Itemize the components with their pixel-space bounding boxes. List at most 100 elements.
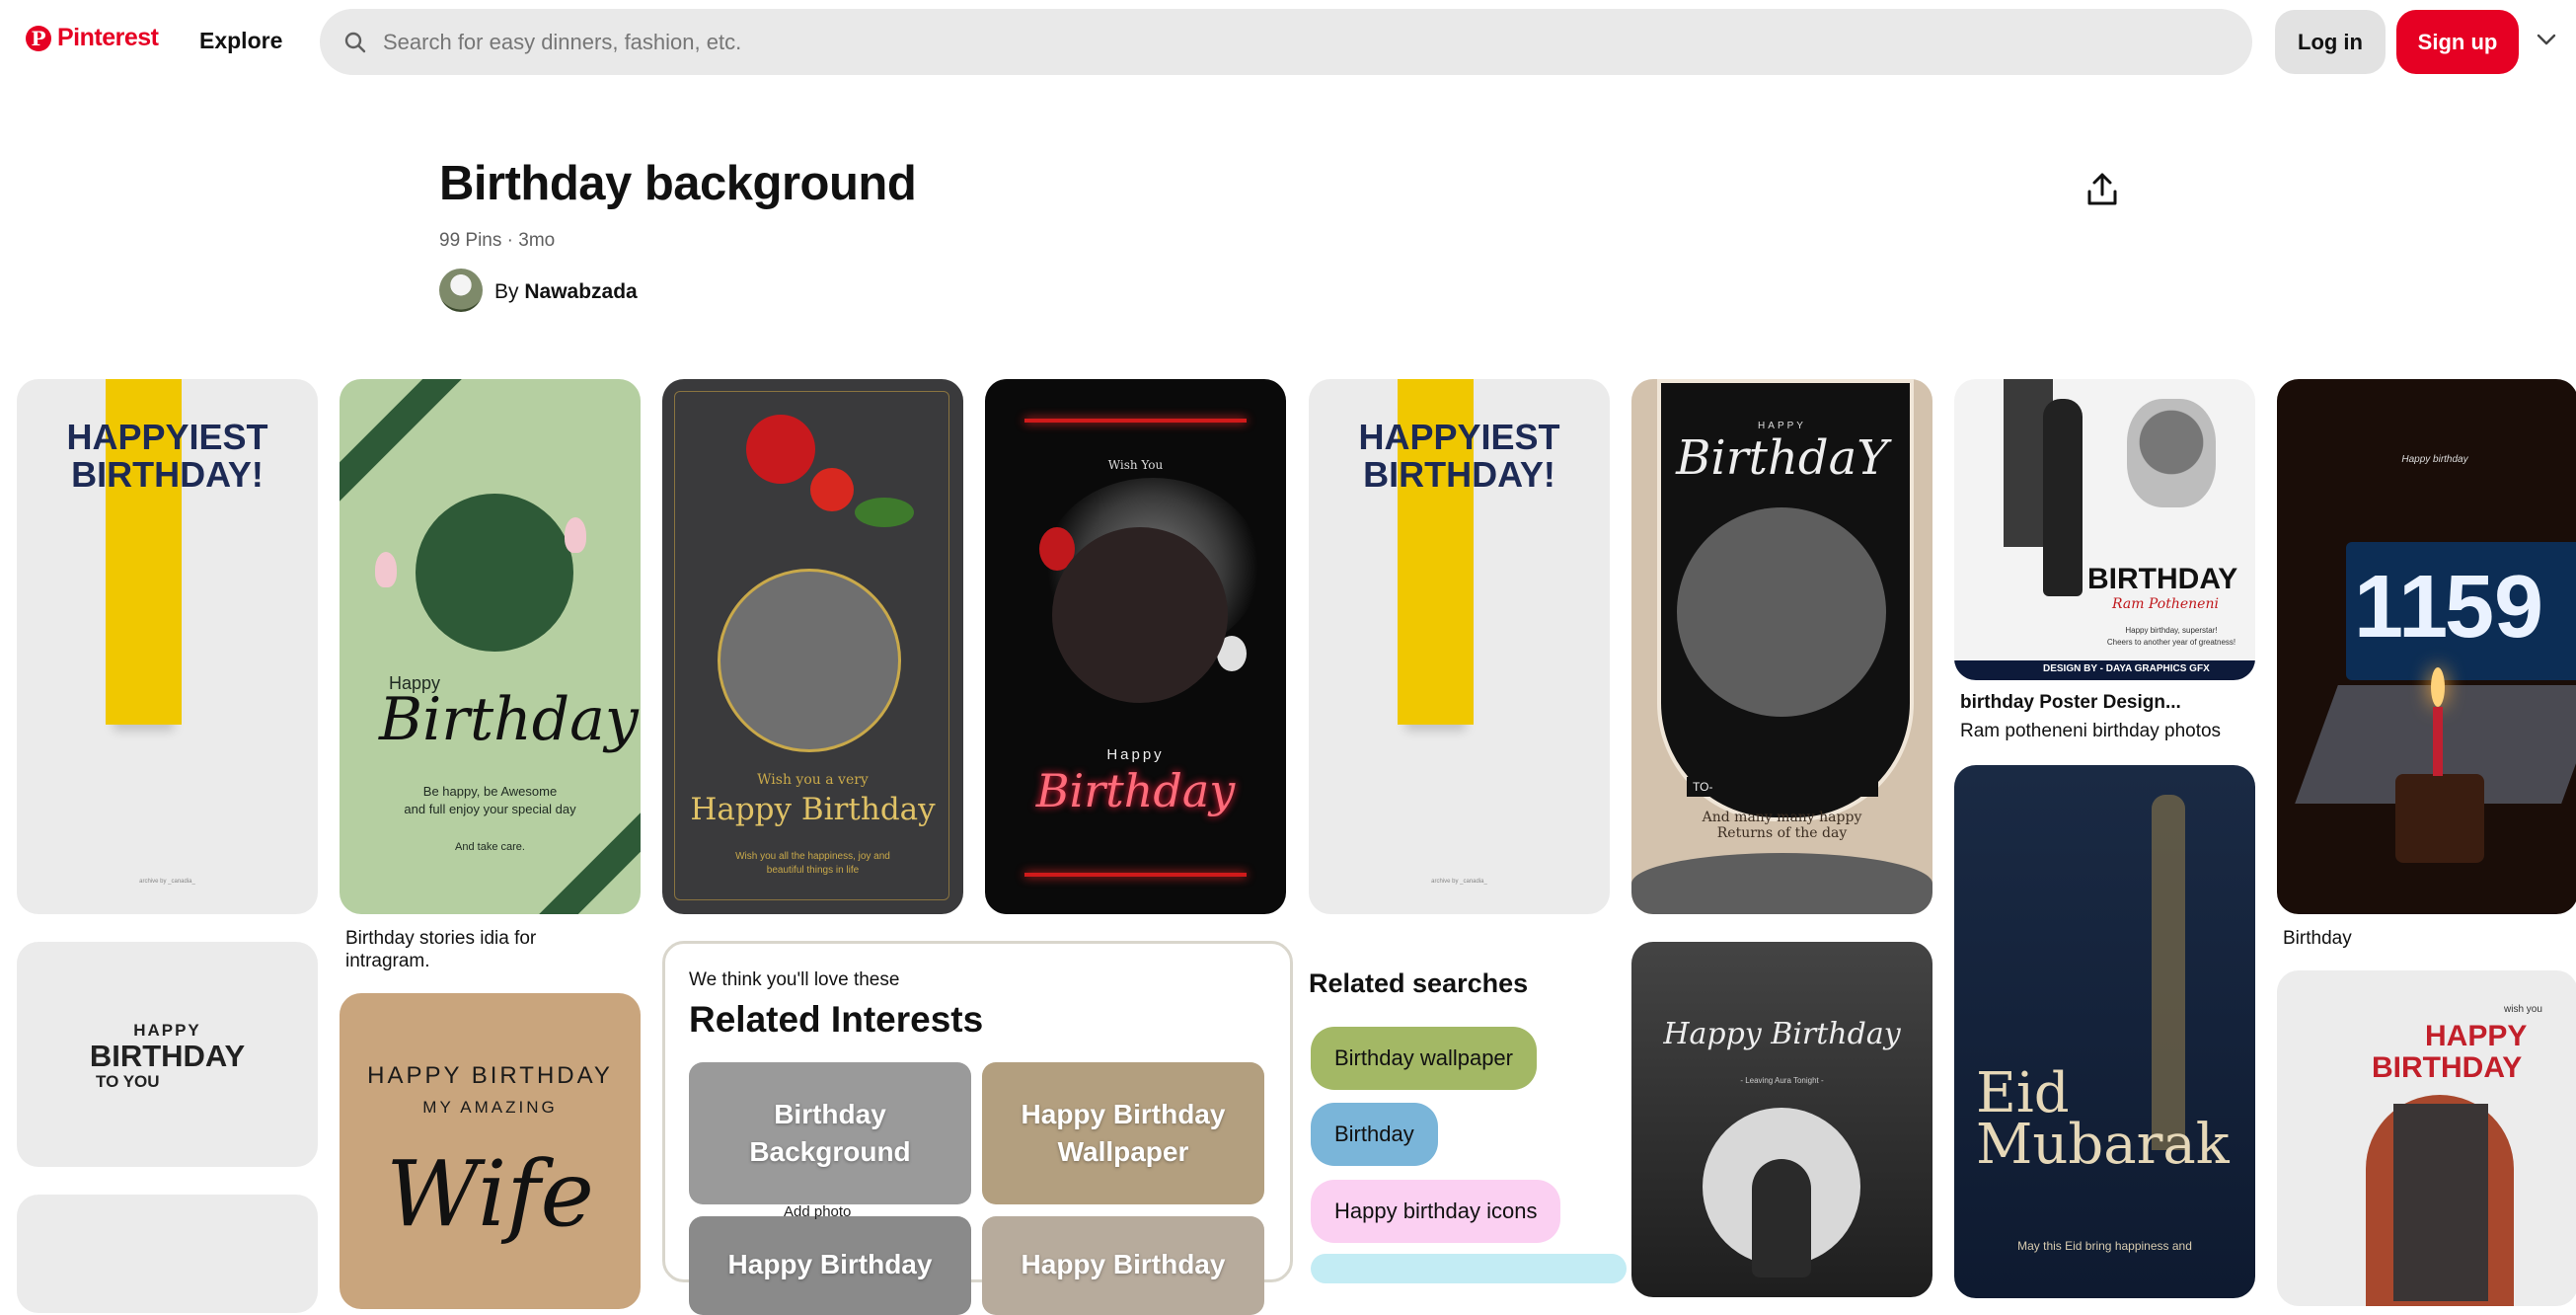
pin-headline: BIRTHDAY! (71, 454, 264, 495)
pin-script-title: Wife (386, 1141, 594, 1247)
pin-wish-text: Wish You (1107, 458, 1164, 472)
interest-tile[interactable]: Birthday Background (689, 1062, 971, 1204)
pin-card[interactable]: Happy birthday 11 59 (2277, 379, 2576, 914)
pin-body-text: Wish you all the happiness, joy and (735, 851, 890, 862)
pin-card[interactable]: Happy Birthday Be happy, be Awesome and … (340, 379, 641, 914)
pin-wish-text: Wish you a very (757, 772, 869, 788)
clock-digits: 59 (2445, 558, 2544, 657)
interest-tile[interactable]: Happy Birthday (689, 1216, 971, 1315)
pin-small-text: wish you (2504, 1004, 2542, 1015)
pin-body-text: Returns of the day (1716, 825, 1848, 841)
pin-headline: BIRTHDAY (89, 1039, 246, 1073)
pin-body-text: Cheers to another year of greatness! (2106, 638, 2236, 647)
pin-card[interactable]: HAPPYIEST BIRTHDAY! archive by _canadia_ (17, 379, 318, 914)
avatar[interactable] (439, 269, 483, 312)
pin-headline: HAPPY BIRTHDAY (367, 1062, 613, 1089)
pin-card[interactable]: Wish you a very Happy Birthday Wish you … (662, 379, 963, 914)
pin-title-text: Happy Birthday (690, 792, 936, 827)
board-author: By Nawabzada (494, 280, 638, 304)
interest-tile-label: Happy Birthday (727, 1249, 933, 1279)
pinterest-logo[interactable]: P Pinterest (26, 24, 159, 52)
login-button[interactable]: Log in (2275, 10, 2386, 74)
pin-card[interactable]: wish you HAPPY BIRTHDAY (2277, 970, 2576, 1306)
tulip-right (565, 517, 586, 553)
pin-caption-line: Birthday stories idia for (345, 928, 537, 949)
pin-caption[interactable]: birthday Poster Design... Ram potheneni … (1960, 691, 2256, 742)
clock-digits: 11 (2354, 558, 2449, 657)
pin-script-title: BirthdaY (1676, 430, 1888, 486)
pin-headline: TO YOU (96, 1072, 160, 1091)
designer-banner-text: DESIGN BY - DAYA GRAPHICS GFX (2043, 663, 2210, 674)
search-input[interactable]: Search for easy dinners, fashion, etc. (383, 30, 741, 55)
pin-caption[interactable]: Birthday stories idia for intragram. (345, 927, 642, 972)
signup-button[interactable]: Sign up (2396, 10, 2519, 74)
interest-tile[interactable]: Happy Birthday (982, 1216, 1264, 1315)
pin-small-text: archive by _canadia_ (139, 879, 195, 885)
pin-body-text: - Leaving Aura Tonight - (1740, 1076, 1824, 1085)
pin-card[interactable]: Eid Mubarak May this Eid bring happiness… (1954, 765, 2255, 1298)
pin-body-text: Be happy, be Awesome (422, 784, 558, 799)
pin-small-text: archive by _canadia_ (1431, 879, 1487, 885)
pin-caption-line: intragram. (345, 951, 430, 971)
pin-body-text: And many many happy (1702, 810, 1862, 825)
flower-decor (746, 415, 815, 484)
search-chip[interactable]: Happy birthday icons (1311, 1180, 1561, 1243)
pin-caption-title: birthday Poster Design... (1960, 692, 2181, 713)
interest-tile-label: Happy Birthday Wallpaper (1022, 1096, 1226, 1171)
share-icon[interactable] (2083, 170, 2122, 209)
pin-headline: Mubarak (1976, 1113, 2230, 1177)
pinterest-logo-icon: P (26, 25, 51, 51)
interest-tile[interactable]: Happy Birthday Wallpaper (982, 1062, 1264, 1204)
bottom-band (1631, 853, 1932, 914)
pin-body-text: Happy birthday, superstar! (2125, 626, 2218, 635)
pin-note-text: Happy birthday (2401, 454, 2468, 465)
interest-tile-label-line: Happy Birthday (1021, 1099, 1226, 1129)
pinterest-wordmark: Pinterest (57, 24, 159, 51)
tile-peek-text: Add photo (784, 1203, 852, 1220)
search-bar[interactable]: Search for easy dinners, fashion, etc. (320, 9, 2252, 75)
pin-caption[interactable]: Birthday (2283, 927, 2569, 950)
author-link[interactable]: Nawabzada (524, 280, 637, 303)
tulip-left (375, 552, 397, 587)
pin-card[interactable]: HAPPY BIRTHDAY TO YOU (17, 942, 318, 1167)
by-prefix: By (494, 280, 519, 303)
pin-card[interactable]: HAPPY BIRTHDAY MY AMAZING Wife (340, 993, 641, 1309)
pin-card[interactable]: HAPPYIEST BIRTHDAY! archive by _canadia_ (1309, 379, 1610, 914)
photo-placeholder (416, 494, 573, 652)
interest-tile-label-line: Birthday (774, 1099, 886, 1129)
designer-banner: DESIGN BY - DAYA GRAPHICS GFX (1954, 660, 2255, 680)
minaret-decor (2152, 795, 2185, 1150)
pin-body-text: beautiful things in life (766, 865, 860, 876)
explore-link[interactable]: Explore (199, 28, 282, 54)
pin-script-title: Birthday (379, 685, 639, 754)
top-nav: P Pinterest Explore Search for easy dinn… (0, 0, 2576, 85)
pin-card[interactable]: BIRTHDAY Ram Potheneni Happy birthday, s… (1954, 379, 2255, 680)
pin-headline: MY AMAZING (422, 1098, 558, 1117)
pin-headline: HAPPYIEST (66, 417, 268, 457)
interest-tile-label: Birthday Background (749, 1096, 910, 1171)
related-interests-card: We think you'll love these Related Inter… (662, 941, 1293, 1315)
flower-decor (810, 468, 854, 511)
related-searches-title: Related searches (1309, 968, 1529, 998)
pin-headline: BIRTHDAY! (1363, 454, 1555, 495)
search-chip[interactable]: Birthday wallpaper (1311, 1027, 1537, 1090)
interest-tile-label-line: Wallpaper (1057, 1136, 1189, 1167)
cake-slice (2395, 774, 2484, 863)
pin-card[interactable] (17, 1195, 318, 1313)
candle (2433, 707, 2443, 776)
pin-script-title: Happy Birthday (1663, 1017, 1901, 1051)
search-chip[interactable]: Birthday (1311, 1103, 1438, 1166)
chevron-down-icon[interactable] (2535, 28, 2558, 51)
search-chip[interactable] (1311, 1254, 1627, 1283)
red-light-line (1024, 419, 1247, 423)
photo-placeholder (718, 569, 901, 752)
search-icon (344, 32, 366, 52)
pin-caption-sub: Ram potheneni birthday photos (1960, 721, 2222, 741)
pin-card[interactable]: Wish You Happy Birthday (985, 379, 1286, 914)
pin-card[interactable]: HAPPY BirthdaY TO- And many many happy R… (1631, 379, 1932, 914)
pin-happy-text: Happy (1106, 746, 1165, 763)
pin-card[interactable]: Happy Birthday - Leaving Aura Tonight - (1631, 942, 1932, 1297)
pin-body-text: May this Eid bring happiness and (2017, 1239, 2192, 1253)
interest-tile-label-line: Background (749, 1136, 911, 1167)
to-field: TO- (1687, 777, 1878, 797)
